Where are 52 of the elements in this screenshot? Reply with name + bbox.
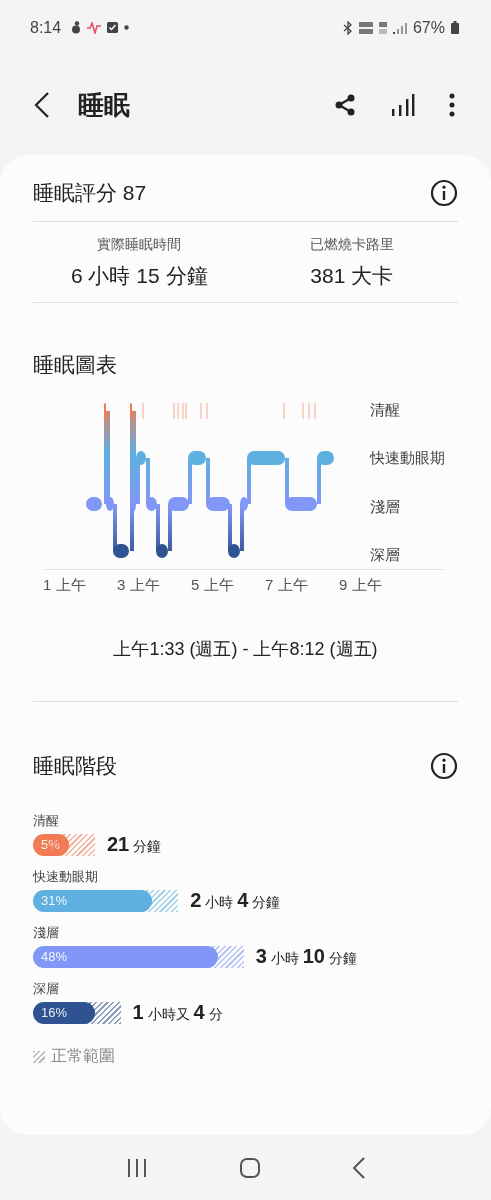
axis-label: 淺層 [370,496,401,517]
more-icon[interactable] [449,93,455,117]
stat-label: 已燃燒卡路里 [309,236,394,254]
stage-bar: 5% [33,833,69,856]
axis-label: 1 上午 [43,576,87,595]
stat-value: 6 小時 15 分鐘 [70,263,208,289]
status-time: 8:14 [30,18,62,37]
info-icon[interactable] [430,752,458,780]
axis-label: 快速動眼期 [370,448,445,469]
signal-icon [392,21,407,34]
checkbox-icon [107,22,119,33]
axis-label: 9 上午 [339,576,383,595]
legend-label: 正常範圍 [51,1046,115,1066]
stage-label: 清醒 [33,812,60,830]
pulse-icon [87,21,102,34]
stat-value: 381 大卡 [310,263,394,289]
page-title: 睡眠 [78,88,130,122]
hatch-icon [33,1050,45,1063]
battery-icon [451,21,459,34]
axis-label: 清醒 [370,400,401,420]
battery-percent: 67% [412,18,445,37]
back-icon[interactable] [351,1156,366,1179]
section-title: 睡眠階段 [33,753,117,779]
stage-duration: 2 小時 4 分鐘 [190,889,281,912]
stage-label: 快速動眼期 [33,868,99,886]
stage-duration: 21 分鐘 [107,833,162,856]
sleep-score: 睡眠評分 87 [33,180,147,206]
stage-label: 深層 [33,980,60,998]
recents-icon[interactable] [125,1157,148,1178]
share-icon[interactable] [333,93,357,117]
figure-icon [71,21,82,34]
axis-label: 7 上午 [265,576,309,595]
axis-label: 3 上午 [117,576,161,595]
data-icon [378,21,387,34]
stage-bar: 16% [33,1001,95,1024]
back-icon[interactable] [34,92,50,118]
volte-icon [358,21,373,34]
stage-label: 淺層 [33,924,60,942]
stage-bar: 31% [33,889,153,912]
bluetooth-icon [342,20,353,35]
time-range: 上午1:33 (週五) - 上午8:12 (週五) [112,638,379,661]
axis-label: 深層 [370,545,401,565]
stage-duration: 1 小時又 4 分 [132,1001,223,1024]
stat-label: 實際睡眠時間 [97,236,182,254]
stage-duration: 3 小時 10 分鐘 [255,945,357,968]
axis-label: 5 上午 [191,576,235,595]
chart-title: 睡眠圖表 [33,352,118,378]
home-icon[interactable] [238,1156,261,1179]
stage-bar: 48% [33,945,218,968]
bar-chart-icon[interactable] [391,93,415,117]
dot-icon [124,25,130,30]
info-icon[interactable] [430,179,458,207]
